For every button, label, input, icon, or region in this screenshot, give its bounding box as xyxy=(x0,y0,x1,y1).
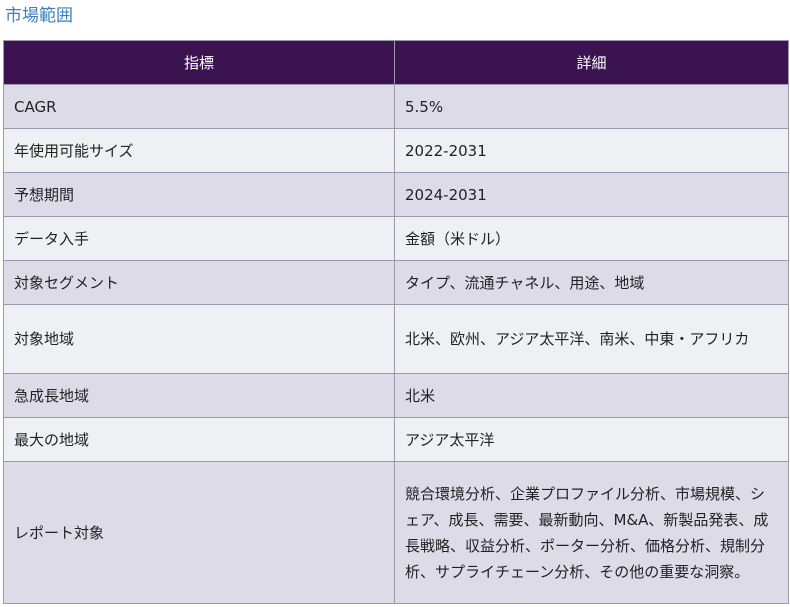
header-detail: 詳細 xyxy=(394,40,789,85)
table-row: 最大の地域 アジア太平洋 xyxy=(3,417,789,462)
detail-cell: 北米 xyxy=(394,373,789,418)
table-row: 対象セグメント タイプ、流通チャネル、用途、地域 xyxy=(3,260,789,305)
table-row: CAGR 5.5% xyxy=(3,84,789,129)
table-row: 予想期間 2024-2031 xyxy=(3,172,789,217)
detail-cell: 2022-2031 xyxy=(394,128,789,173)
metric-cell: 年使用可能サイズ xyxy=(3,128,395,173)
metric-cell: レポート対象 xyxy=(3,461,395,604)
table-row: 年使用可能サイズ 2022-2031 xyxy=(3,128,789,173)
detail-cell: タイプ、流通チャネル、用途、地域 xyxy=(394,260,789,305)
detail-cell: 5.5% xyxy=(394,84,789,129)
metric-cell: 対象セグメント xyxy=(3,260,395,305)
table-row: レポート対象 競合環境分析、企業プロファイル分析、市場規模、シェア、成長、需要、… xyxy=(3,461,789,604)
table-header-row: 指標 詳細 xyxy=(3,40,789,85)
header-metric: 指標 xyxy=(3,40,395,85)
detail-cell: 2024-2031 xyxy=(394,172,789,217)
detail-cell: 北米、欧州、アジア太平洋、南米、中東・アフリカ xyxy=(394,304,789,374)
metric-cell: 予想期間 xyxy=(3,172,395,217)
metric-cell: 最大の地域 xyxy=(3,417,395,462)
section-heading: 市場範囲 xyxy=(5,6,73,26)
metric-cell: 急成長地域 xyxy=(3,373,395,418)
market-scope-table: 指標 詳細 CAGR 5.5% 年使用可能サイズ 2022-2031 予想期間 … xyxy=(3,40,789,604)
metric-cell: 対象地域 xyxy=(3,304,395,374)
detail-cell: アジア太平洋 xyxy=(394,417,789,462)
detail-cell: 金額（米ドル） xyxy=(394,216,789,261)
metric-cell: CAGR xyxy=(3,84,395,129)
detail-cell: 競合環境分析、企業プロファイル分析、市場規模、シェア、成長、需要、最新動向、M&… xyxy=(394,461,789,604)
table-row: データ入手 金額（米ドル） xyxy=(3,216,789,261)
table-row: 急成長地域 北米 xyxy=(3,373,789,418)
table-row: 対象地域 北米、欧州、アジア太平洋、南米、中東・アフリカ xyxy=(3,304,789,374)
metric-cell: データ入手 xyxy=(3,216,395,261)
